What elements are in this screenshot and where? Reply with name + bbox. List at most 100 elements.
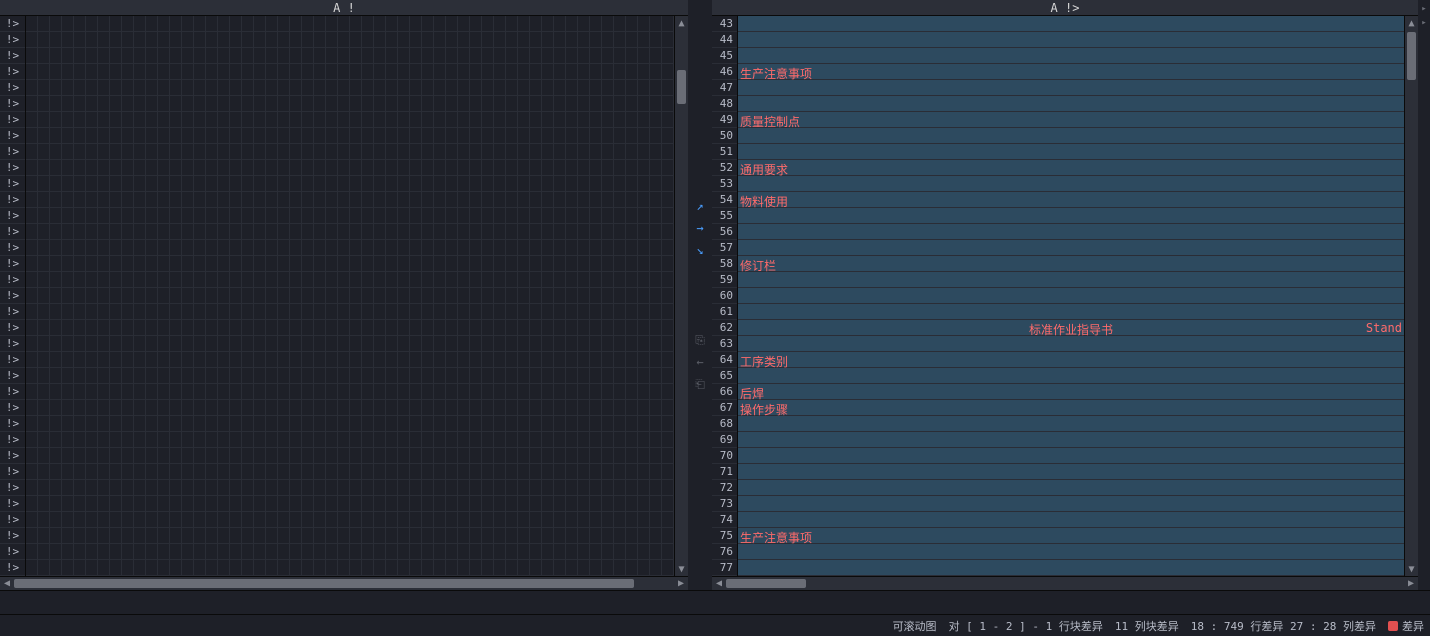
table-row[interactable] (26, 368, 674, 384)
table-row[interactable] (26, 480, 674, 496)
table-row[interactable] (26, 352, 674, 368)
table-row[interactable] (738, 496, 1404, 512)
scroll-right-icon[interactable]: ▶ (1404, 577, 1418, 591)
sync-prev-icon[interactable]: ↗ (693, 199, 707, 213)
scroll-thumb[interactable] (1407, 32, 1416, 80)
table-row[interactable]: 后焊 (738, 384, 1404, 400)
table-row[interactable]: 修订栏 (738, 256, 1404, 272)
right-rows[interactable]: 生产注意事项质量控制点通用要求物料使用修订栏标准作业指导书Stand 工序类别后焊… (738, 16, 1404, 576)
scroll-track[interactable] (14, 577, 674, 590)
table-row[interactable] (26, 128, 674, 144)
scroll-up-icon[interactable]: ▲ (675, 16, 688, 30)
table-row[interactable]: 生产注意事项 (738, 64, 1404, 80)
left-horizontal-scrollbar[interactable]: ◀ ▶ (0, 576, 688, 590)
table-row[interactable] (26, 80, 674, 96)
table-row[interactable] (738, 448, 1404, 464)
table-row[interactable] (26, 400, 674, 416)
table-row[interactable] (738, 272, 1404, 288)
table-row[interactable] (26, 432, 674, 448)
table-row[interactable]: 物料使用 (738, 192, 1404, 208)
copy-right-icon[interactable]: ⎘ (693, 333, 707, 347)
table-row[interactable]: 操作步骤 (738, 400, 1404, 416)
table-row[interactable] (26, 416, 674, 432)
table-row[interactable] (738, 96, 1404, 112)
scroll-up-icon[interactable]: ▲ (1405, 16, 1418, 30)
table-row[interactable] (26, 336, 674, 352)
table-row[interactable] (26, 240, 674, 256)
table-row[interactable] (26, 544, 674, 560)
table-row[interactable] (738, 560, 1404, 576)
table-row[interactable] (26, 112, 674, 128)
table-row[interactable]: 标准作业指导书Stand (738, 320, 1404, 336)
scroll-down-icon[interactable]: ▼ (1405, 562, 1418, 576)
scroll-thumb[interactable] (677, 70, 686, 104)
table-row[interactable] (26, 528, 674, 544)
table-row[interactable] (26, 48, 674, 64)
right-grid[interactable]: 4344454647484950515253545556575859606162… (712, 16, 1418, 576)
copy-left-icon[interactable]: ⎗ (693, 377, 707, 391)
table-row[interactable] (26, 192, 674, 208)
table-row[interactable] (738, 304, 1404, 320)
table-row[interactable] (26, 176, 674, 192)
table-row[interactable]: 质量控制点 (738, 112, 1404, 128)
table-row[interactable] (26, 208, 674, 224)
table-row[interactable] (738, 416, 1404, 432)
table-row[interactable] (26, 272, 674, 288)
table-row[interactable] (26, 384, 674, 400)
table-row[interactable] (26, 464, 674, 480)
table-row[interactable] (26, 64, 674, 80)
table-row[interactable] (26, 448, 674, 464)
table-row[interactable] (738, 32, 1404, 48)
table-row[interactable] (26, 496, 674, 512)
table-row[interactable] (738, 224, 1404, 240)
table-row[interactable] (26, 160, 674, 176)
table-row[interactable]: 生产注意事项 (738, 528, 1404, 544)
scroll-right-icon[interactable]: ▶ (674, 577, 688, 591)
table-row[interactable] (26, 560, 674, 576)
table-row[interactable] (26, 512, 674, 528)
scroll-down-icon[interactable]: ▼ (675, 562, 688, 576)
scroll-thumb[interactable] (726, 579, 806, 588)
table-row[interactable] (738, 240, 1404, 256)
table-row[interactable] (26, 144, 674, 160)
table-row[interactable] (738, 464, 1404, 480)
table-row[interactable] (738, 480, 1404, 496)
statusbar: 可滚动图 对 [ 1 - 2 ] - 1 行块差异 11 列块差异 18 : 7… (0, 614, 1430, 636)
left-vertical-scrollbar[interactable]: ▲ ▼ (674, 16, 688, 576)
scroll-left-icon[interactable]: ◀ (0, 577, 14, 591)
scroll-track[interactable] (726, 577, 1404, 590)
table-row[interactable] (26, 304, 674, 320)
scroll-left-icon[interactable]: ◀ (712, 577, 726, 591)
table-row[interactable] (738, 432, 1404, 448)
sync-left-icon[interactable]: ← (693, 355, 707, 369)
table-row[interactable] (738, 544, 1404, 560)
table-row[interactable] (738, 48, 1404, 64)
table-row[interactable] (738, 16, 1404, 32)
table-row[interactable] (738, 368, 1404, 384)
table-row[interactable] (26, 224, 674, 240)
table-row[interactable]: 工序类别 (738, 352, 1404, 368)
table-row[interactable] (26, 96, 674, 112)
table-row[interactable] (26, 288, 674, 304)
table-row[interactable] (738, 336, 1404, 352)
table-row[interactable] (26, 16, 674, 32)
table-row[interactable] (738, 128, 1404, 144)
sync-next-icon[interactable]: ↘ (693, 243, 707, 257)
sync-right-icon[interactable]: → (693, 221, 707, 235)
scroll-thumb[interactable] (14, 579, 634, 588)
gutter-cell: !> (0, 528, 25, 544)
right-horizontal-scrollbar[interactable]: ◀ ▶ (712, 576, 1418, 590)
table-row[interactable] (738, 144, 1404, 160)
table-row[interactable]: 通用要求 (738, 160, 1404, 176)
table-row[interactable] (738, 208, 1404, 224)
table-row[interactable] (738, 80, 1404, 96)
left-rows[interactable] (26, 16, 674, 576)
table-row[interactable] (26, 256, 674, 272)
table-row[interactable] (26, 320, 674, 336)
table-row[interactable] (738, 176, 1404, 192)
right-vertical-scrollbar[interactable]: ▲ ▼ (1404, 16, 1418, 576)
left-grid[interactable]: !>!>!>!>!>!>!>!>!>!>!>!>!>!>!>!>!>!>!>!>… (0, 16, 688, 576)
table-row[interactable] (738, 288, 1404, 304)
table-row[interactable] (26, 32, 674, 48)
table-row[interactable] (738, 512, 1404, 528)
